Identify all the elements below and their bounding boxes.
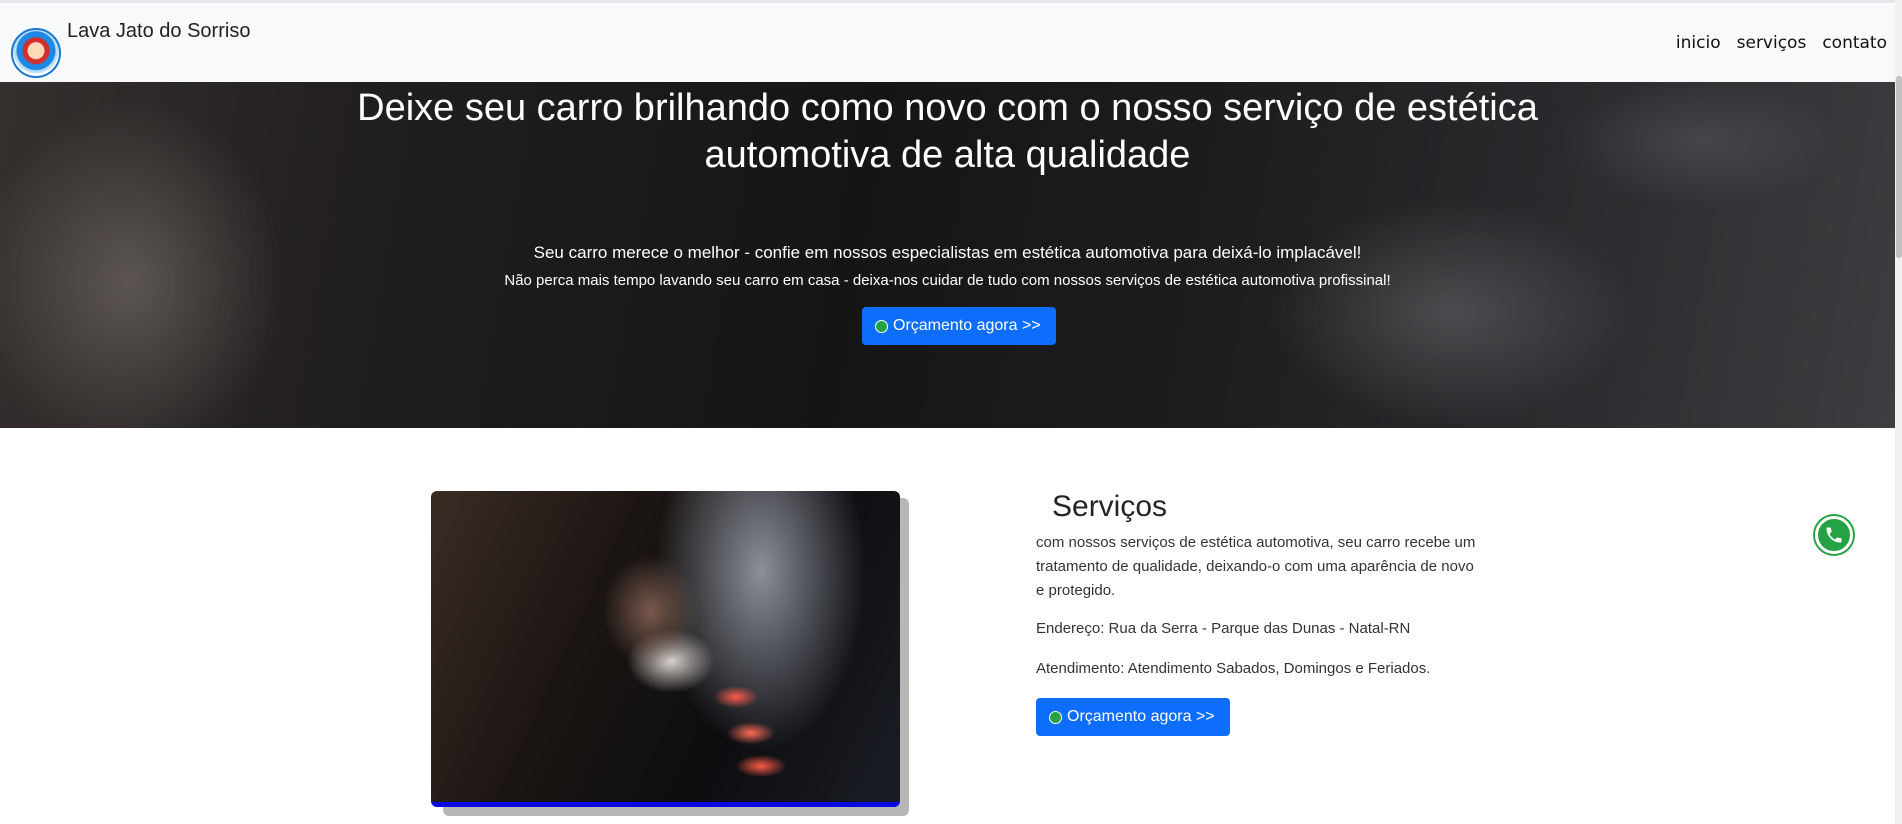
navbar: Lava Jato do Sorriso inicio serviços con… [0,0,1902,82]
nav-link-contato[interactable]: contato [1822,33,1887,53]
hero-quote-button-label: Orçamento agora >> [893,317,1041,334]
services-quote-button-label: Orçamento agora >> [1067,708,1215,725]
hero-subtitle-secondary: Não perca mais tempo lavando seu carro e… [504,272,1391,289]
hero-banner: Deixe seu carro brilhando como novo com … [0,82,1895,428]
page-scrollbar[interactable] [1895,0,1902,824]
hero-quote-button[interactable]: Orçamento agora >> [862,307,1056,345]
car-wash-logo[interactable] [11,28,61,78]
scrollbar-thumb[interactable] [1896,76,1902,258]
services-description: com nossos serviços de estética automoti… [1036,534,1476,599]
whatsapp-icon [1826,527,1842,543]
brand-name[interactable]: Lava Jato do Sorriso [67,20,250,43]
services-quote-button[interactable]: Orçamento agora >> [1036,698,1230,736]
whatsapp-icon [875,319,888,333]
nav-links: inicio serviços contato [1676,33,1887,53]
nav-link-servicos[interactable]: serviços [1737,33,1807,53]
hero-subtitle: Seu carro merece o melhor - confie em no… [533,243,1362,262]
services-title: Serviços [1052,490,1168,523]
whatsapp-icon [1049,710,1062,724]
whatsapp-floating-button[interactable] [1815,516,1853,554]
services-image [431,491,900,807]
services-address: Endereço: Rua da Serra - Parque das Duna… [1036,620,1411,637]
services-hours: Atendimento: Atendimento Sabados, Doming… [1036,660,1431,677]
nav-link-inicio[interactable]: inicio [1676,33,1721,53]
hero-title: Deixe seu carro brilhando como novo com … [357,87,1538,176]
